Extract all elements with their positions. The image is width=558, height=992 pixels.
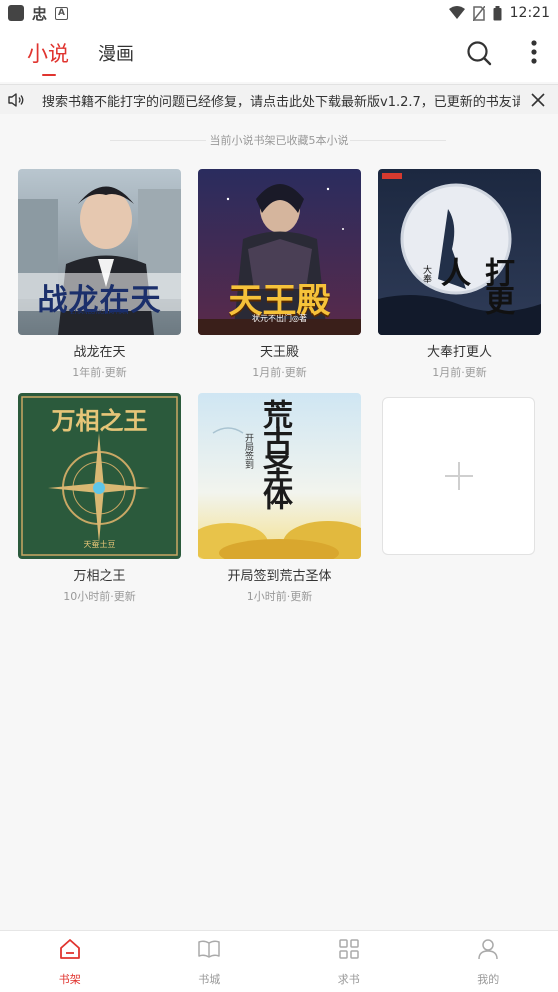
tab-comic[interactable]: 漫画: [98, 40, 134, 66]
user-icon: [478, 939, 498, 960]
book-title: 战龙在天: [73, 345, 126, 360]
book-cover[interactable]: 打更人 大奉: [378, 169, 541, 335]
book-item[interactable]: 荒古圣体 开局签到 开局签到荒古圣体 1小时前·更新: [198, 393, 361, 604]
a-notification-icon: A: [55, 6, 69, 20]
notice-text[interactable]: 搜索书籍不能打字的问题已经修复，请点击此处下载最新版v1.2.7，已更新的书友请: [42, 91, 520, 110]
book-update-time: 10小时前·更新: [63, 590, 136, 603]
status-bar: 忠 A 12:21: [0, 0, 558, 26]
home-icon: [59, 939, 80, 959]
book-item[interactable]: 战龙在天 ZHANLONGZAITIAN 战龙在天 1年前·更新: [18, 169, 181, 380]
more-vertical-icon[interactable]: [524, 38, 544, 68]
grid-icon: [339, 939, 359, 959]
close-icon[interactable]: [529, 91, 547, 109]
nav-label: 求书: [337, 973, 360, 986]
nav-request-book[interactable]: 求书: [279, 931, 419, 992]
nav-label: 书架: [58, 973, 81, 986]
book-update-time: 1年前·更新: [72, 366, 127, 379]
nav-label: 书城: [198, 973, 221, 986]
book-update-time: 1月前·更新: [432, 366, 487, 379]
tab-novel[interactable]: 小说: [27, 38, 69, 68]
active-tab-indicator: [42, 74, 56, 76]
divider: [350, 140, 446, 141]
search-icon[interactable]: [466, 40, 492, 66]
add-book-button[interactable]: [382, 397, 535, 555]
cover-title: 万相之王: [51, 407, 148, 435]
nav-bookshelf[interactable]: 书架: [0, 931, 140, 992]
bottom-nav: 书架 书城 求书 我的: [0, 930, 558, 992]
divider: [110, 140, 206, 141]
notification-glyph: 忠: [32, 4, 48, 23]
book-title: 万相之王: [73, 569, 126, 584]
book-item[interactable]: 天王殿 状元不出门◎著 天王殿 1月前·更新: [198, 169, 361, 380]
notice-bar[interactable]: 搜索书籍不能打字的问题已经修复，请点击此处下载最新版v1.2.7，已更新的书友请: [0, 84, 558, 114]
cover-subtitle: 状元不出门◎著: [252, 314, 307, 323]
book-cover[interactable]: 战龙在天 ZHANLONGZAITIAN: [18, 169, 181, 335]
book-cover[interactable]: 万相之王 天蚕土豆: [18, 393, 181, 559]
no-sim-icon: [472, 5, 485, 21]
book-update-time: 1小时前·更新: [246, 590, 313, 603]
cover-subtitle: ZHANLONGZAITIAN: [70, 309, 129, 316]
nav-bookstore[interactable]: 书城: [140, 931, 280, 992]
plus-icon: [445, 462, 473, 490]
battery-icon: [493, 5, 502, 20]
shelf-info: 当前小说书架已收藏5本小说: [0, 132, 558, 148]
clock: 12:21: [509, 5, 550, 21]
cover-subtitle: 天蚕土豆: [83, 540, 116, 549]
nav-label: 我的: [477, 973, 500, 986]
cover-title: 荒古圣体: [257, 399, 292, 507]
book-title: 天王殿: [259, 345, 299, 360]
top-bar: 小说 漫画: [0, 26, 558, 82]
book-item[interactable]: 万相之王 天蚕土豆 万相之王 10小时前·更新: [18, 393, 181, 604]
book-cover[interactable]: 荒古圣体 开局签到: [198, 393, 361, 559]
cover-title: 打更人: [435, 257, 514, 313]
shelf-count-text: 当前小说书架已收藏5本小说: [209, 134, 349, 147]
cover-subtitle: 大奉: [421, 265, 431, 283]
wifi-icon: [448, 6, 465, 19]
app-notification-icon: [8, 5, 24, 21]
speaker-icon: [8, 93, 24, 107]
book-cover[interactable]: 天王殿 状元不出门◎著: [198, 169, 361, 335]
book-item[interactable]: 打更人 大奉 大奉打更人 1月前·更新: [378, 169, 541, 380]
nav-profile[interactable]: 我的: [419, 931, 558, 992]
book-title: 开局签到荒古圣体: [227, 569, 332, 584]
book-update-time: 1月前·更新: [252, 366, 307, 379]
cover-subtitle: 开局签到: [243, 433, 253, 469]
book-open-icon: [198, 940, 220, 958]
book-title: 大奉打更人: [426, 345, 492, 360]
